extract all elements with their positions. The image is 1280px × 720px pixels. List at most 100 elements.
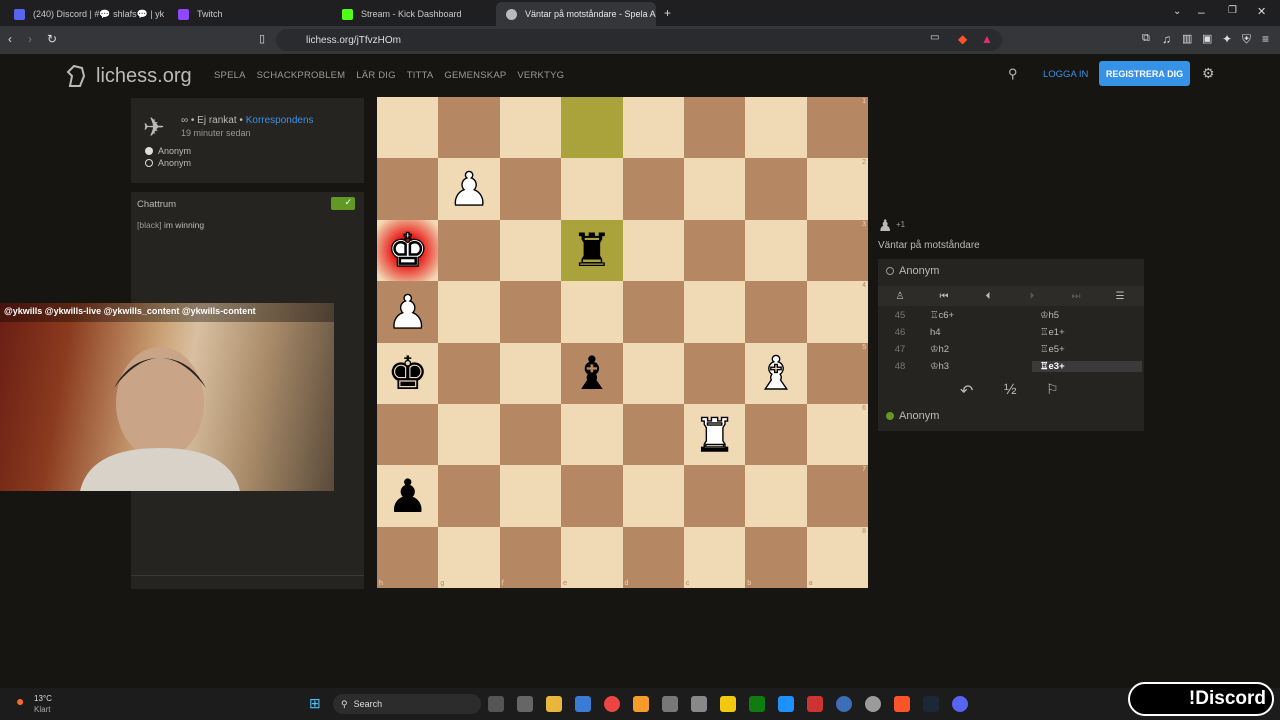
bookmark-icon[interactable]: ▯ xyxy=(259,32,265,45)
app-icon-5[interactable] xyxy=(720,696,736,712)
brave-shield-icon[interactable]: ◆ xyxy=(958,32,967,46)
white-move[interactable]: ♔h2 xyxy=(922,344,1032,355)
square-d4[interactable] xyxy=(622,281,684,343)
square-d2[interactable] xyxy=(622,158,684,220)
white-king-piece[interactable]: ♚ xyxy=(386,227,429,274)
nav-schackproblem[interactable]: SCHACKPROBLEM xyxy=(257,70,346,81)
black-move[interactable]: ♖e5+ xyxy=(1032,344,1142,355)
url-field[interactable]: lichess.org/jTfvzHOm xyxy=(276,29,1002,51)
square-b8[interactable]: b xyxy=(745,526,807,588)
square-e5[interactable]: ♝ xyxy=(561,342,623,404)
square-c3[interactable] xyxy=(683,219,746,282)
square-d3[interactable] xyxy=(622,219,684,282)
square-h7[interactable]: ♟ xyxy=(377,465,439,527)
last-move-icon[interactable]: ⏭ xyxy=(1054,291,1098,302)
new-tab-icon[interactable]: + xyxy=(664,6,671,20)
app-icon-6[interactable] xyxy=(778,696,794,712)
tab-discord[interactable]: (240) Discord | #💬 shlafs💬 | ykwills xyxy=(4,2,164,26)
square-d6[interactable] xyxy=(622,403,684,466)
square-h4[interactable]: ♟ xyxy=(377,281,439,343)
square-a2[interactable]: 2 xyxy=(806,158,868,220)
square-a5[interactable]: 5 xyxy=(806,342,868,404)
first-move-icon[interactable]: ⏮ xyxy=(922,291,966,302)
register-button[interactable]: REGISTRERA DIG xyxy=(1099,61,1190,86)
taskbar-search[interactable]: ⚲ Search xyxy=(333,694,481,714)
next-move-icon[interactable]: ⏵ xyxy=(1010,291,1054,302)
square-e1[interactable] xyxy=(561,97,623,159)
reload-icon[interactable]: ↻ xyxy=(47,32,57,46)
square-b2[interactable] xyxy=(745,158,807,220)
black-pawn-piece[interactable]: ♟ xyxy=(387,473,428,519)
square-g6[interactable] xyxy=(438,403,500,466)
site-logo[interactable]: lichess.org xyxy=(62,62,192,90)
black-bishop-piece[interactable]: ♝ xyxy=(571,350,612,396)
square-h8[interactable]: h xyxy=(377,526,439,588)
square-c4[interactable] xyxy=(683,281,746,343)
sidebar-icon[interactable]: ▥ xyxy=(1182,32,1192,45)
white-pawn-piece[interactable]: ♟ xyxy=(386,288,429,335)
square-b5[interactable]: ♝ xyxy=(745,342,807,404)
steam-icon[interactable] xyxy=(923,696,939,712)
white-rook-piece[interactable]: ♜ xyxy=(693,411,736,458)
tab-twitch[interactable]: Twitch xyxy=(168,2,328,26)
chat-input[interactable] xyxy=(131,575,364,589)
square-f2[interactable] xyxy=(499,158,562,220)
square-g3[interactable] xyxy=(438,219,500,282)
game-mode-link[interactable]: Korrespondens xyxy=(246,115,314,126)
black-move[interactable]: ♖e1+ xyxy=(1032,327,1142,338)
square-a4[interactable]: 4 xyxy=(806,281,868,343)
extensions-icon[interactable]: ⧉ xyxy=(1142,32,1150,45)
square-e2[interactable] xyxy=(561,158,623,220)
white-move[interactable]: h4 xyxy=(922,327,1032,338)
square-c2[interactable] xyxy=(683,158,746,220)
file-explorer-icon[interactable] xyxy=(546,696,562,712)
square-e8[interactable]: e xyxy=(561,526,623,588)
square-a8[interactable]: 8a xyxy=(806,526,868,588)
square-h5[interactable]: ♚ xyxy=(377,342,439,404)
tab-lichess[interactable]: Väntar på motståndare - Spela A ✕ xyxy=(496,2,656,26)
black-king-piece[interactable]: ♚ xyxy=(387,350,428,396)
square-h3[interactable]: ♚ xyxy=(377,219,439,282)
square-f8[interactable]: f xyxy=(499,526,562,588)
square-f4[interactable] xyxy=(499,281,562,343)
square-g7[interactable] xyxy=(438,465,500,527)
square-b7[interactable] xyxy=(745,465,807,527)
square-b3[interactable] xyxy=(745,219,807,282)
app-icon-8[interactable] xyxy=(836,696,852,712)
close-window-icon[interactable]: ✕ xyxy=(1257,5,1266,18)
square-h1[interactable] xyxy=(377,97,439,159)
offer-draw-button[interactable]: ½ xyxy=(1004,381,1017,398)
square-a3[interactable]: 3 xyxy=(806,219,868,282)
windows-start-icon[interactable]: ⊞ xyxy=(309,695,321,712)
square-c5[interactable] xyxy=(683,342,746,404)
vpn-icon[interactable]: ⛨ xyxy=(1242,32,1251,47)
square-b1[interactable] xyxy=(745,97,807,159)
app-icon-3[interactable] xyxy=(662,696,678,712)
black-move[interactable]: ♖e3+ xyxy=(1032,361,1142,372)
tab-list-icon[interactable]: ⌄ xyxy=(1173,6,1181,17)
square-f3[interactable] xyxy=(499,219,562,282)
app-icon-4[interactable] xyxy=(691,696,707,712)
square-g4[interactable] xyxy=(438,281,500,343)
login-link[interactable]: LOGGA IN xyxy=(1043,69,1088,80)
task-view-icon[interactable] xyxy=(488,696,504,712)
back-icon[interactable]: ‹ xyxy=(8,32,12,46)
move-menu-icon[interactable]: ☰ xyxy=(1098,291,1142,302)
cast-icon[interactable]: ▭ xyxy=(930,32,939,43)
nav-spela[interactable]: SPELA xyxy=(214,70,246,81)
white-pawn-piece[interactable]: ♟ xyxy=(448,165,491,212)
square-g1[interactable] xyxy=(438,97,500,159)
square-d7[interactable] xyxy=(622,465,684,527)
nav-verktyg[interactable]: VERKTYG xyxy=(517,70,564,81)
takeback-icon[interactable]: ↶ xyxy=(960,381,973,401)
xbox-icon[interactable] xyxy=(749,696,765,712)
square-e3[interactable]: ♜ xyxy=(561,219,623,282)
forward-icon[interactable]: › xyxy=(28,32,32,46)
leo-icon[interactable]: ✦ xyxy=(1222,32,1232,46)
square-c6[interactable]: ♜ xyxy=(683,403,746,466)
square-f6[interactable] xyxy=(499,403,562,466)
square-d5[interactable] xyxy=(622,342,684,404)
square-e6[interactable] xyxy=(561,403,623,466)
resign-flag-icon[interactable]: ⚐ xyxy=(1046,381,1059,398)
tab-kick[interactable]: Stream - Kick Dashboard xyxy=(332,2,492,26)
